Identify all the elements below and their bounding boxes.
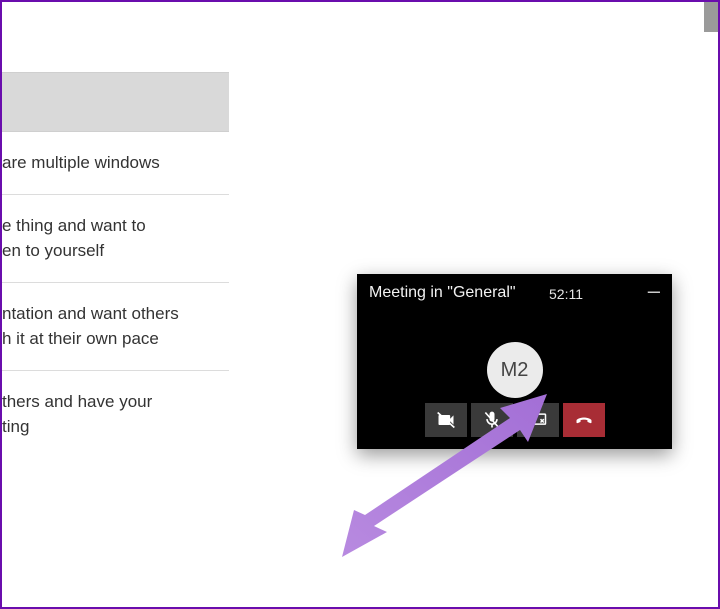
column-header-empty [2, 72, 229, 132]
option-row: e thing and want to en to yourself [2, 195, 229, 283]
option-text: thers and have your [2, 392, 152, 411]
stop-share-button[interactable] [517, 403, 559, 437]
option-text: ntation and want others [2, 304, 179, 323]
camera-off-icon [436, 410, 456, 430]
toggle-camera-button[interactable] [425, 403, 467, 437]
scrollbar-thumb[interactable] [704, 2, 718, 32]
page-viewport: are multiple windows e thing and want to… [0, 0, 720, 609]
hangup-button[interactable] [563, 403, 605, 437]
option-row: thers and have your ting [2, 371, 229, 458]
hangup-icon [574, 410, 594, 430]
option-row: ntation and want others h it at their ow… [2, 283, 229, 371]
option-text: ting [2, 417, 29, 436]
call-controls [425, 403, 605, 437]
option-text: en to yourself [2, 241, 104, 260]
option-text: e thing and want to [2, 216, 146, 235]
stop-share-icon [528, 410, 548, 430]
avatar-initials: M2 [501, 359, 529, 382]
meeting-duration: 52:11 [549, 286, 583, 302]
options-column: are multiple windows e thing and want to… [2, 72, 229, 458]
meeting-title: Meeting in "General" [369, 284, 516, 302]
mic-off-icon [482, 410, 502, 430]
meeting-pip-window[interactable]: Meeting in "General" 52:11 – M2 [357, 274, 672, 449]
option-text: are multiple windows [2, 153, 160, 172]
option-row: are multiple windows [2, 132, 229, 195]
participant-avatar: M2 [487, 342, 543, 398]
toggle-mic-button[interactable] [471, 403, 513, 437]
option-text: h it at their own pace [2, 329, 159, 348]
minimize-icon[interactable]: – [648, 280, 660, 302]
